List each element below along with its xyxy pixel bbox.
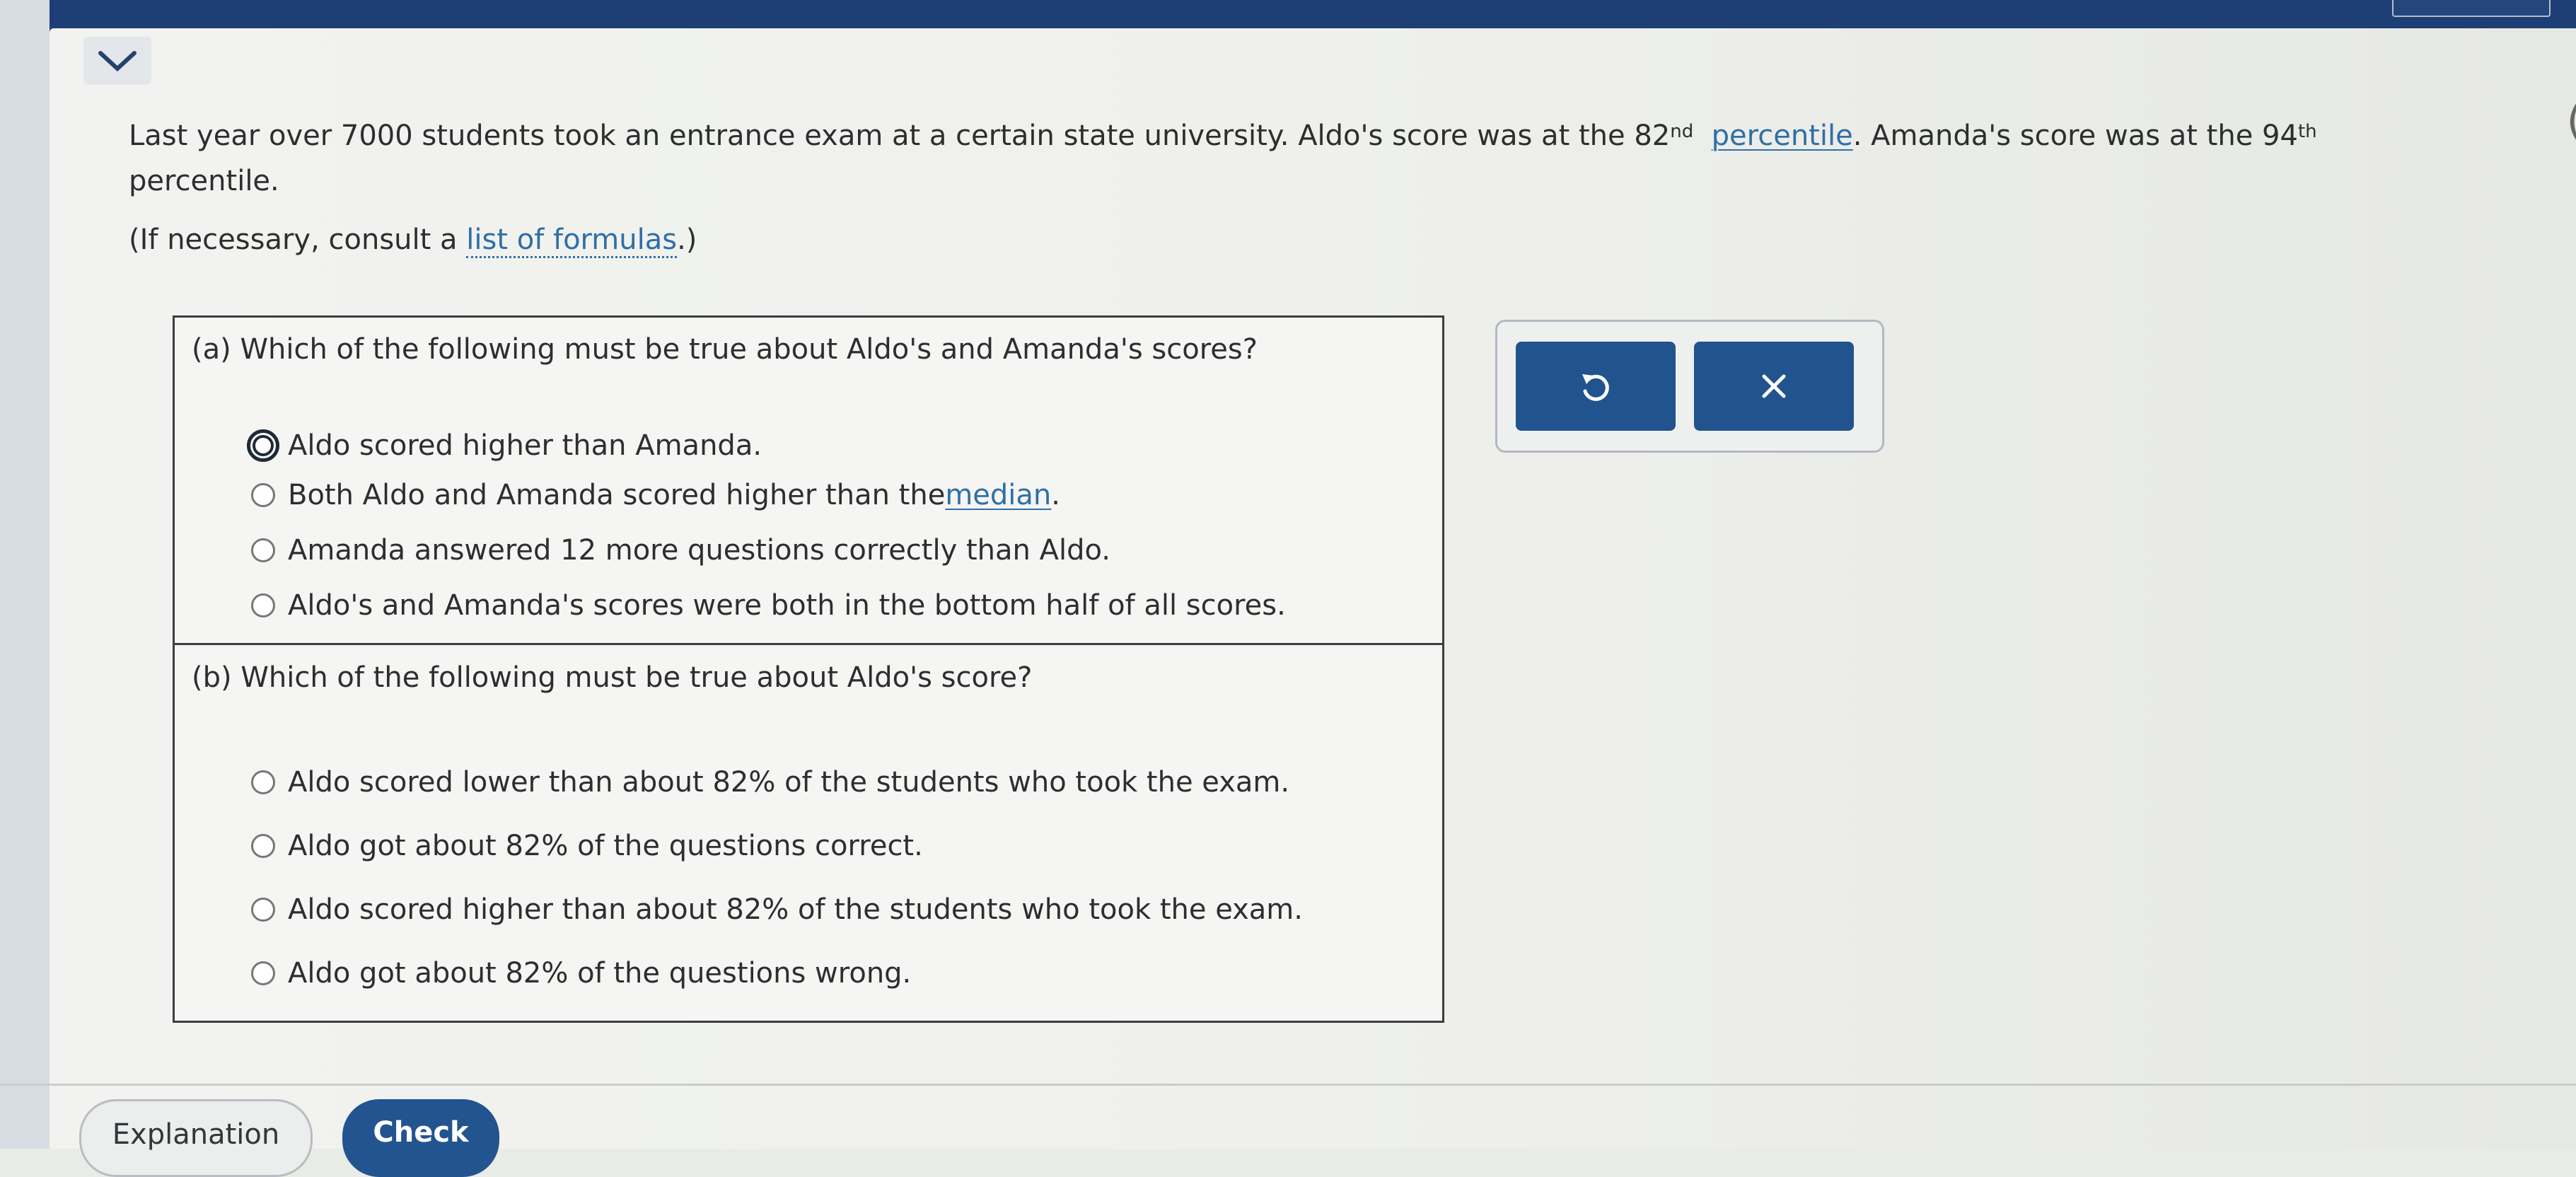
aldo-percentile: 82 <box>1634 120 1671 152</box>
question-box: (a) Which of the following must be true … <box>173 315 1444 1023</box>
question-a-title: (a) Which of the following must be true … <box>192 333 1258 366</box>
undo-icon <box>1582 374 1609 401</box>
option-b1[interactable]: Aldo scored lower than about 82% of the … <box>251 766 1289 799</box>
option-b4[interactable]: Aldo got about 82% of the questions wron… <box>251 957 911 990</box>
undo-button[interactable] <box>1516 342 1676 431</box>
edge-bracket: ( <box>2567 96 2576 146</box>
answer-tools <box>1495 320 1884 453</box>
explanation-button[interactable]: Explanation <box>79 1099 313 1177</box>
formulas-link[interactable]: list of formulas <box>466 224 678 258</box>
percentile-link[interactable]: percentile <box>1712 120 1853 152</box>
close-icon <box>1762 374 1786 398</box>
option-a2[interactable]: Both Aldo and Amanda scored higher than … <box>251 479 1060 511</box>
problem-statement: Last year over 7000 students took an ent… <box>129 120 2317 197</box>
section-divider <box>175 643 1442 645</box>
amanda-percentile: 94 <box>2262 120 2298 152</box>
radio-button[interactable] <box>251 961 275 985</box>
collapse-button[interactable] <box>83 37 151 85</box>
radio-button[interactable] <box>247 429 279 462</box>
radio-button[interactable] <box>251 593 275 618</box>
option-a3[interactable]: Amanda answered 12 more questions correc… <box>251 534 1110 567</box>
radio-button[interactable] <box>251 898 275 922</box>
top-right-control[interactable] <box>2392 0 2551 17</box>
median-link[interactable]: median <box>945 479 1051 511</box>
option-a1[interactable]: Aldo scored higher than Amanda. <box>247 429 762 462</box>
radio-button[interactable] <box>251 770 275 794</box>
chevron-down-icon <box>98 51 137 71</box>
formula-hint: (If necessary, consult a list of formula… <box>129 224 697 258</box>
radio-button[interactable] <box>251 834 275 858</box>
option-a4[interactable]: Aldo's and Amanda's scores were both in … <box>251 589 1286 622</box>
clear-button[interactable] <box>1694 342 1854 431</box>
left-rail <box>0 0 50 1149</box>
student-count: 7000 <box>340 120 413 152</box>
option-b3[interactable]: Aldo scored higher than about 82% of the… <box>251 893 1303 926</box>
radio-button[interactable] <box>251 483 275 507</box>
question-b-title: (b) Which of the following must be true … <box>192 661 1033 694</box>
option-b2[interactable]: Aldo got about 82% of the questions corr… <box>251 830 923 862</box>
check-button[interactable]: Check <box>342 1099 499 1177</box>
footer-divider <box>0 1084 2576 1086</box>
radio-button[interactable] <box>251 538 275 562</box>
